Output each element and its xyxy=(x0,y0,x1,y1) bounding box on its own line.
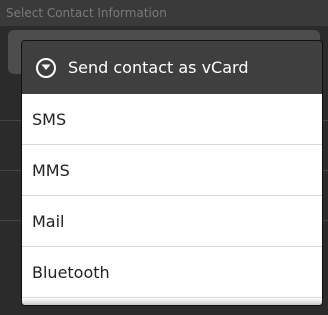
share-option-mms[interactable]: MMS xyxy=(22,145,322,196)
share-option-mail[interactable]: Mail xyxy=(22,196,322,247)
share-option-list: SMS MMS Mail Bluetooth xyxy=(22,94,322,305)
share-option-sms[interactable]: SMS xyxy=(22,94,322,145)
share-dialog: Send contact as vCard SMS MMS Mail Bluet… xyxy=(22,41,322,305)
dialog-title: Send contact as vCard xyxy=(68,58,249,77)
share-option-label: MMS xyxy=(32,160,70,180)
share-option-label: Mail xyxy=(32,211,65,231)
background-header: Select Contact Information xyxy=(0,0,328,26)
chevron-down-circle-icon xyxy=(36,57,56,78)
share-option-label: Bluetooth xyxy=(32,262,110,282)
list-bottom-edge xyxy=(22,298,322,305)
share-option-label: SMS xyxy=(32,109,67,129)
dialog-title-bar: Send contact as vCard xyxy=(22,41,322,94)
share-option-bluetooth[interactable]: Bluetooth xyxy=(22,247,322,298)
